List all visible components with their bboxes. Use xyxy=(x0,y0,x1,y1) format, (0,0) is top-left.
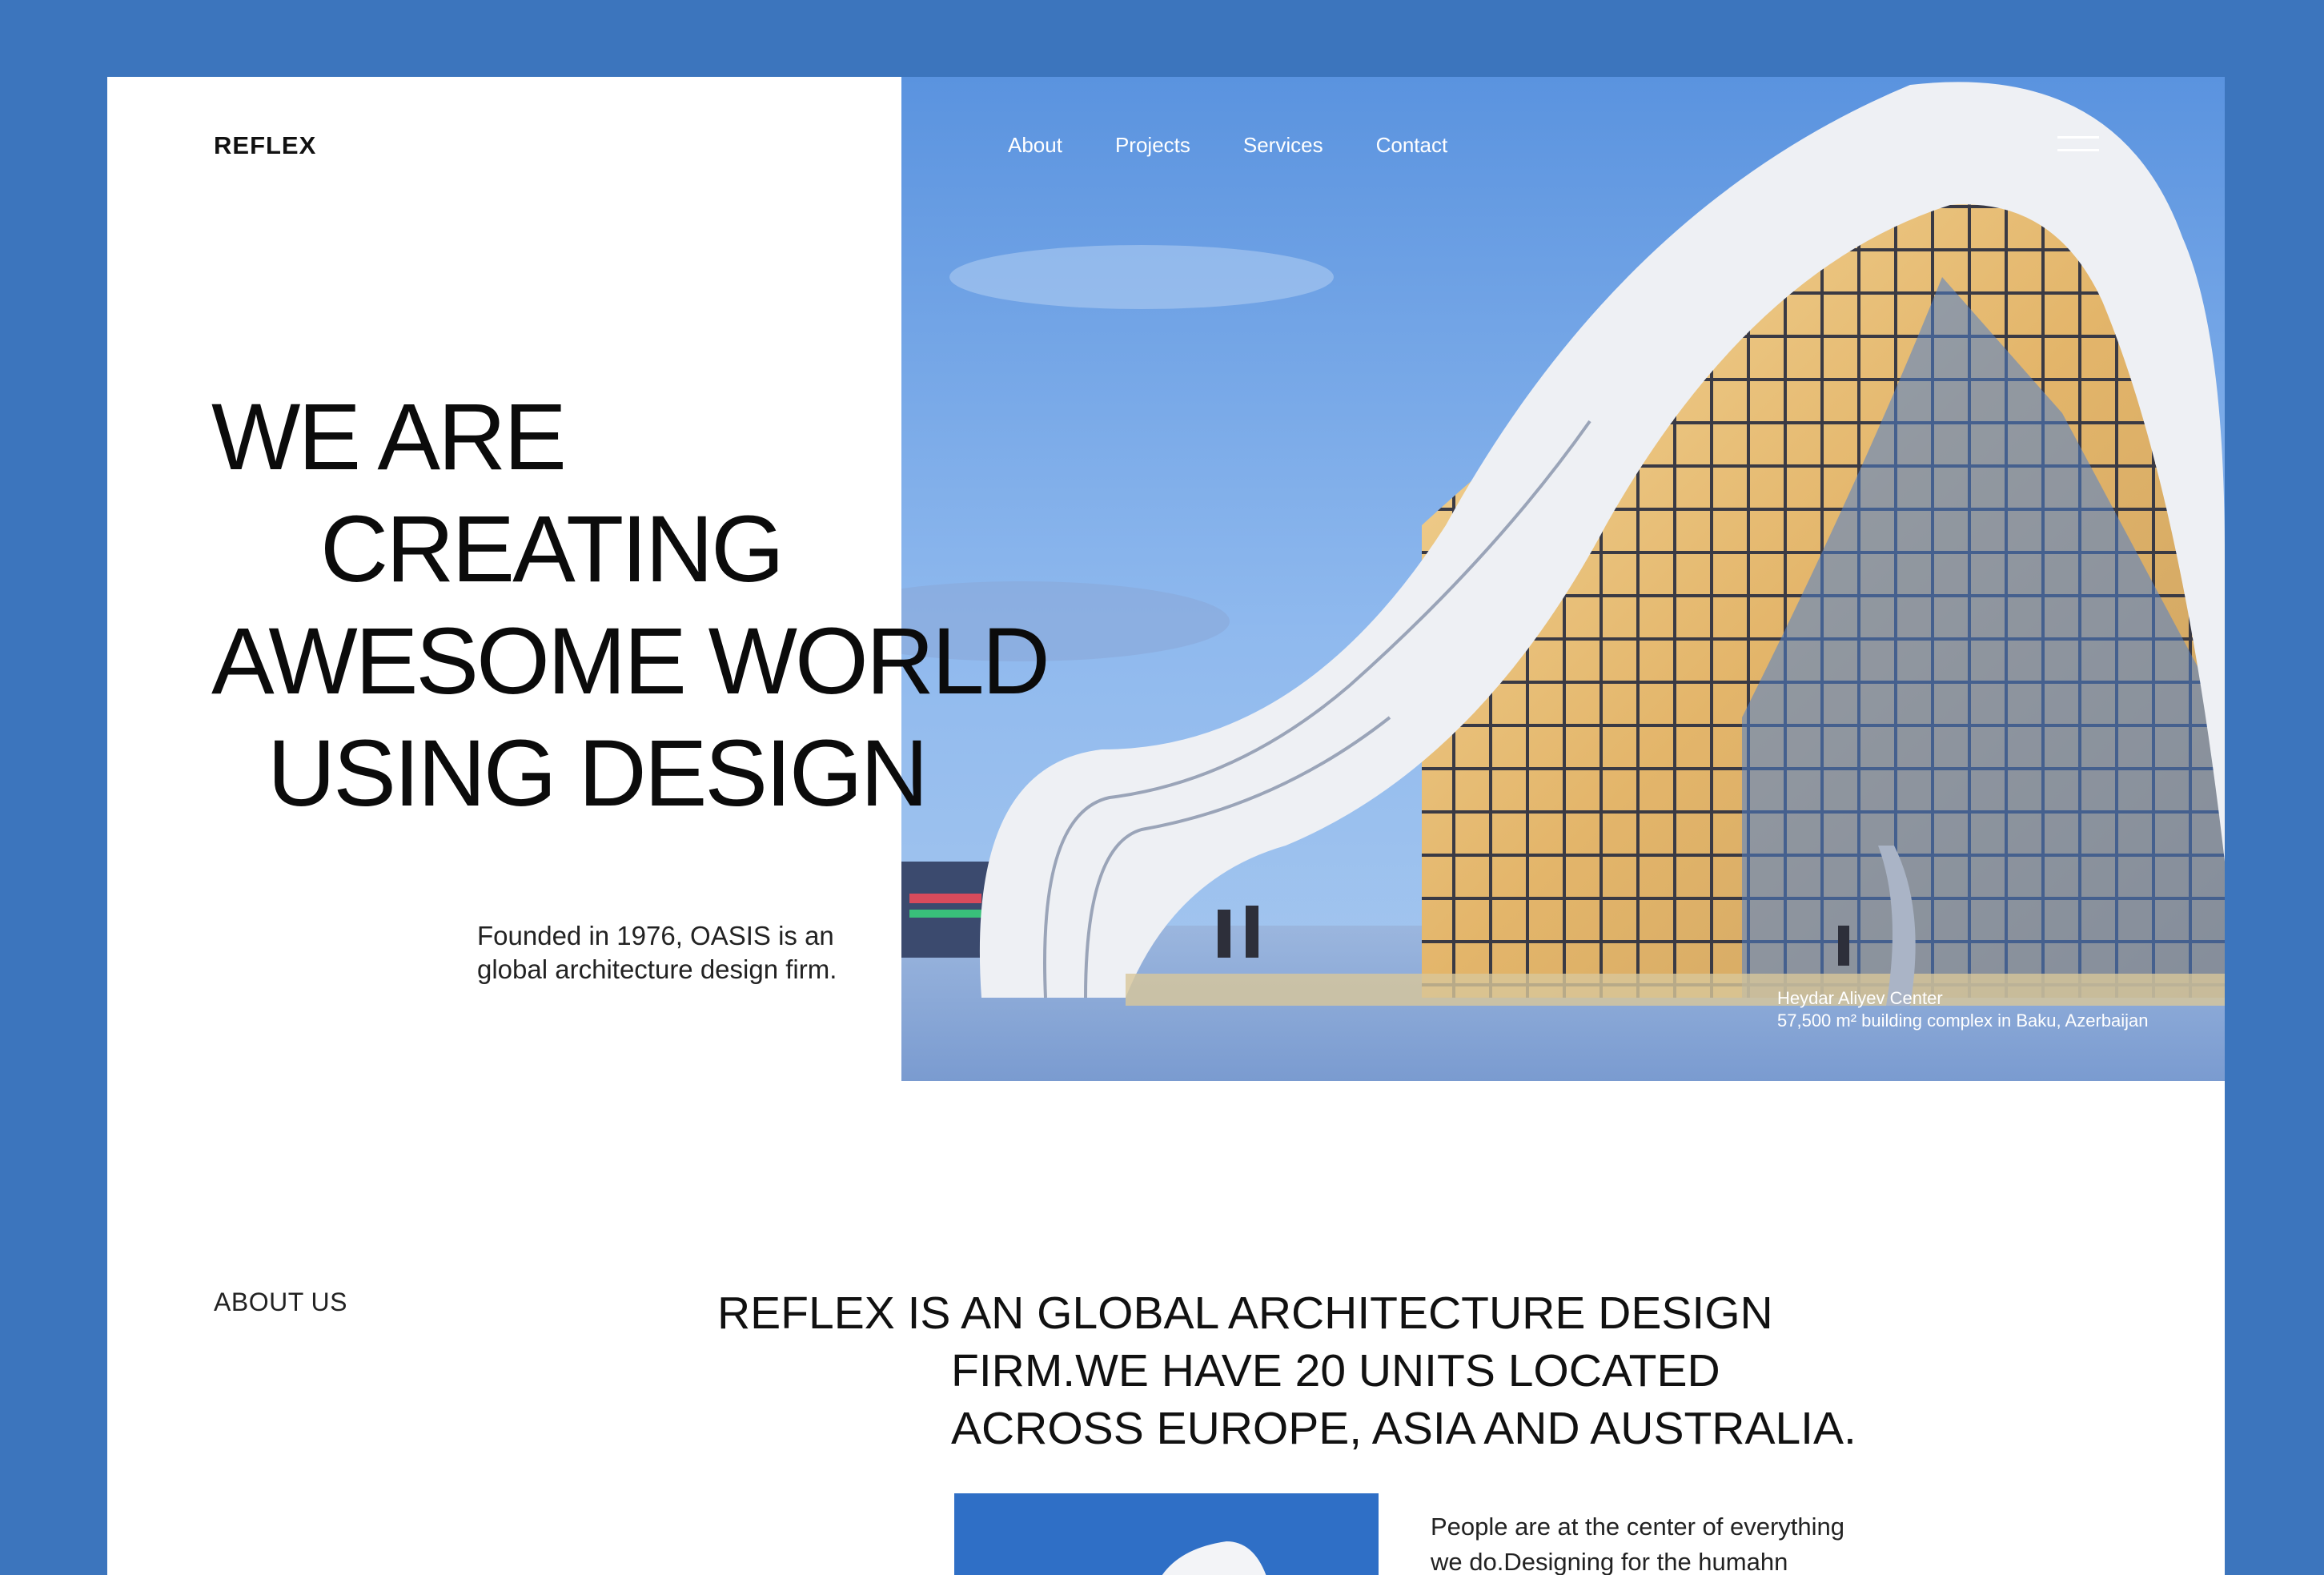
hamburger-line xyxy=(2057,136,2099,139)
about-us-label: ABOUT US xyxy=(214,1288,347,1316)
about-thumbnail-image xyxy=(954,1493,1379,1575)
nav-services[interactable]: Services xyxy=(1243,133,1323,158)
about-body-text: People are at the center of everything w… xyxy=(1431,1513,1844,1575)
about-heading: REFLEX IS AN GLOBAL ARCHITECTURE DESIGN … xyxy=(717,1284,1856,1457)
caption-title: Heydar Aliyev Center xyxy=(1777,988,1943,1008)
about-thumbnail-photo xyxy=(954,1493,1379,1575)
headline-line-1: WE ARE xyxy=(211,384,567,490)
nav-contact[interactable]: Contact xyxy=(1376,133,1448,158)
about-heading-line-3: ACROSS EUROPE, ASIA AND AUSTRALIA. xyxy=(951,1403,1856,1454)
hero-headline: WE ARE CREATING AWESOME WORLD USING DESI… xyxy=(211,381,1050,830)
heydar-aliyev-center-photo xyxy=(901,77,2225,1081)
nav-projects[interactable]: Projects xyxy=(1115,133,1190,158)
headline-line-4: USING DESIGN xyxy=(267,721,929,826)
hero-image xyxy=(901,77,2225,1081)
about-heading-line-2: FIRM.WE HAVE 20 UNITS LOCATED xyxy=(951,1345,1720,1396)
caption-detail: 57,500 m² building complex in Baku, Azer… xyxy=(1777,1010,2149,1031)
headline-line-2: CREATING xyxy=(320,496,785,602)
main-nav: About Projects Services Contact xyxy=(1008,133,1500,158)
nav-about[interactable]: About xyxy=(1008,133,1062,158)
hamburger-menu-icon[interactable] xyxy=(2057,136,2099,154)
about-heading-line-1: REFLEX IS AN GLOBAL ARCHITECTURE DESIGN xyxy=(717,1288,1773,1339)
founded-text: Founded in 1976, OASIS is an global arch… xyxy=(477,921,837,984)
headline-line-3: AWESOME WORLD xyxy=(211,609,1050,714)
image-caption: Heydar Aliyev Center 57,500 m² building … xyxy=(1777,987,2149,1032)
page-canvas: REFLEX About Projects Services Contact W… xyxy=(107,77,2225,1575)
hamburger-line xyxy=(2057,149,2099,151)
brand-logo[interactable]: REFLEX xyxy=(214,131,316,160)
